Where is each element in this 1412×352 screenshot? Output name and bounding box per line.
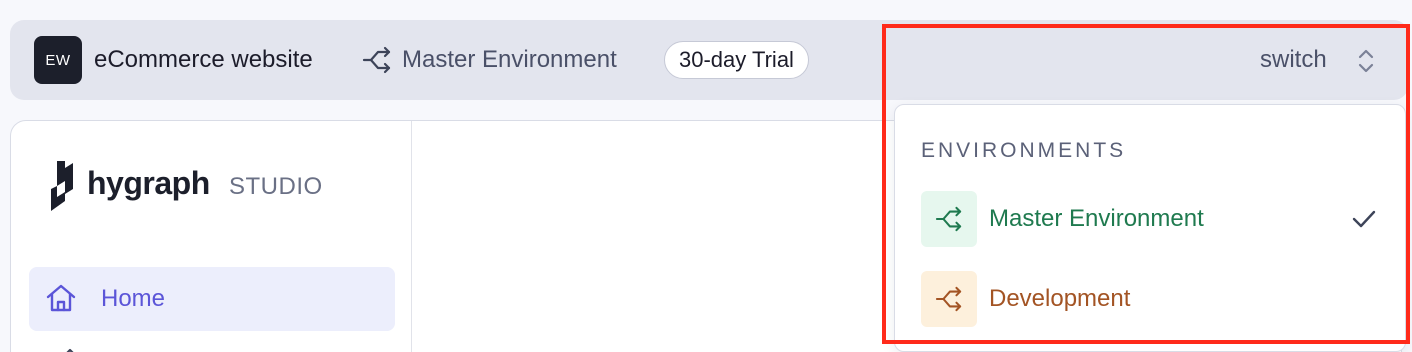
project-name[interactable]: eCommerce website <box>94 46 313 74</box>
project-avatar[interactable]: EW <box>34 36 82 84</box>
branch-icon <box>362 46 392 74</box>
branch-icon <box>921 271 977 327</box>
environment-option-master[interactable]: Master Environment <box>921 191 1391 247</box>
current-environment-label[interactable]: Master Environment <box>402 46 617 74</box>
sidebar-divider <box>411 121 412 352</box>
logo-studio-label: STUDIO <box>229 173 323 200</box>
sidebar-item-label: Home <box>101 285 166 312</box>
chevron-up-down-icon[interactable] <box>1355 46 1377 76</box>
environment-option-label: Master Environment <box>989 205 1204 232</box>
branch-icon <box>921 191 977 247</box>
switch-environment-button[interactable]: switch <box>1260 46 1327 74</box>
logo-text: hygraph <box>87 165 210 201</box>
schema-icon <box>59 347 81 352</box>
home-icon <box>45 283 77 313</box>
environment-dropdown: ENVIRONMENTS Master Environment Developm… <box>894 104 1406 352</box>
sidebar-item-home[interactable]: Home <box>29 267 395 331</box>
trial-badge: 30-day Trial <box>664 41 809 79</box>
project-header-bar: EW eCommerce website Master Environment … <box>10 20 1408 100</box>
environment-option-development[interactable]: Development <box>921 271 1391 327</box>
hygraph-logo-icon <box>47 161 79 211</box>
check-icon <box>1351 207 1377 231</box>
dropdown-heading: ENVIRONMENTS <box>921 139 1127 162</box>
environment-option-label: Development <box>989 285 1131 312</box>
